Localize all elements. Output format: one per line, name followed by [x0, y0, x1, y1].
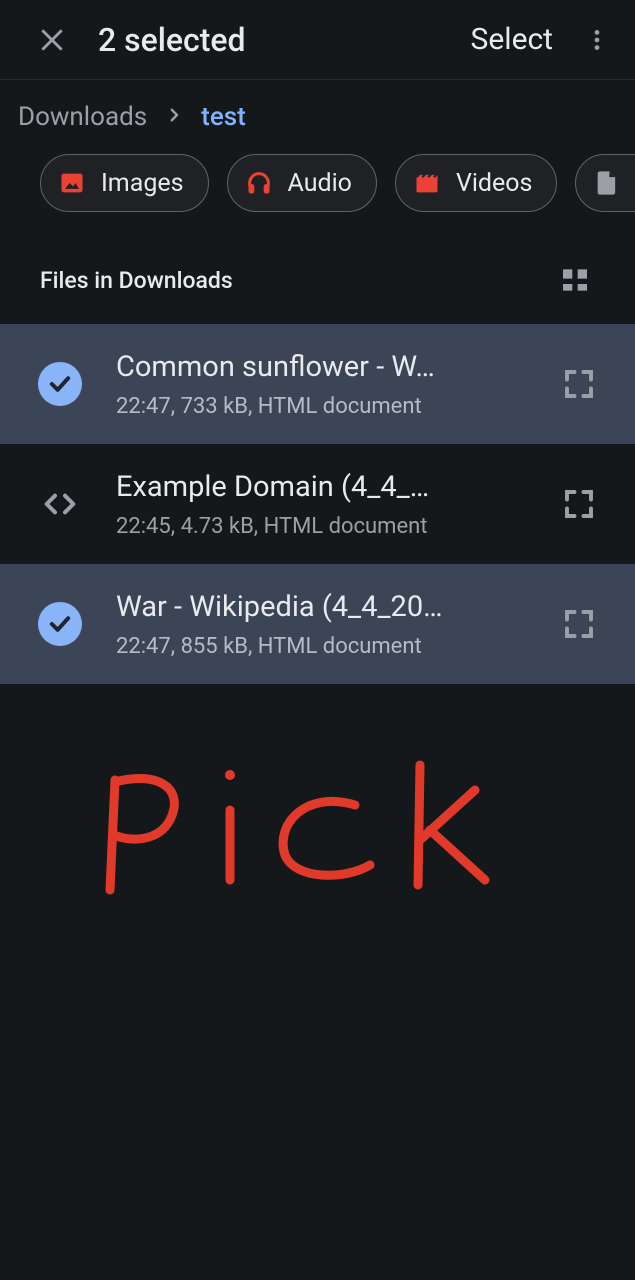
file-title: Example Domain (4_4_… [116, 468, 541, 507]
selection-topbar: 2 selected Select [0, 0, 635, 80]
file-text: Example Domain (4_4_… 22:45, 4.73 kB, HT… [92, 468, 551, 538]
selection-count: 2 selected [98, 21, 453, 59]
section-header: Files in Downloads [0, 212, 635, 324]
file-text: Common sunflower - W… 22:47, 733 kB, HTM… [92, 348, 551, 418]
chip-images[interactable]: Images [40, 154, 209, 212]
file-text: War - Wikipedia (4_4_20… 22:47, 855 kB, … [92, 588, 551, 658]
expand-icon[interactable] [551, 596, 607, 652]
file-subtitle: 22:47, 733 kB, HTML document [116, 394, 541, 419]
video-icon [412, 168, 442, 198]
file-title: Common sunflower - W… [116, 348, 541, 387]
breadcrumb-current[interactable]: test [197, 102, 250, 132]
file-subtitle: 22:45, 4.73 kB, HTML document [116, 514, 541, 539]
list-item[interactable]: Example Domain (4_4_… 22:45, 4.73 kB, HT… [0, 444, 635, 564]
select-button[interactable]: Select [453, 22, 571, 57]
chip-documents[interactable]: D [575, 154, 635, 212]
list-item[interactable]: Common sunflower - W… 22:47, 733 kB, HTM… [0, 324, 635, 444]
section-title: Files in Downloads [40, 267, 555, 294]
grid-view-icon[interactable] [555, 260, 595, 300]
handwritten-annotation [70, 720, 510, 920]
headphones-icon [244, 168, 274, 198]
expand-icon[interactable] [551, 476, 607, 532]
file-list: Common sunflower - W… 22:47, 733 kB, HTM… [0, 324, 635, 684]
list-item[interactable]: War - Wikipedia (4_4_20… 22:47, 855 kB, … [0, 564, 635, 684]
document-icon [592, 168, 622, 198]
breadcrumb-root[interactable]: Downloads [14, 102, 151, 132]
chevron-right-icon [165, 105, 183, 130]
chip-label: Videos [456, 169, 533, 198]
filter-chips: Images Audio Videos D [0, 154, 635, 212]
chip-videos[interactable]: Videos [395, 154, 558, 212]
file-subtitle: 22:47, 855 kB, HTML document [116, 634, 541, 659]
code-icon[interactable] [28, 484, 92, 524]
expand-icon[interactable] [551, 356, 607, 412]
checkmark-icon[interactable] [28, 602, 92, 646]
chip-label: Images [101, 169, 184, 198]
more-icon[interactable] [571, 12, 623, 68]
file-title: War - Wikipedia (4_4_20… [116, 588, 541, 627]
chip-audio[interactable]: Audio [227, 154, 377, 212]
checkmark-icon[interactable] [28, 362, 92, 406]
breadcrumb: Downloads test [0, 80, 635, 154]
image-icon [57, 168, 87, 198]
chip-label: Audio [288, 169, 352, 198]
close-icon[interactable] [24, 12, 80, 68]
